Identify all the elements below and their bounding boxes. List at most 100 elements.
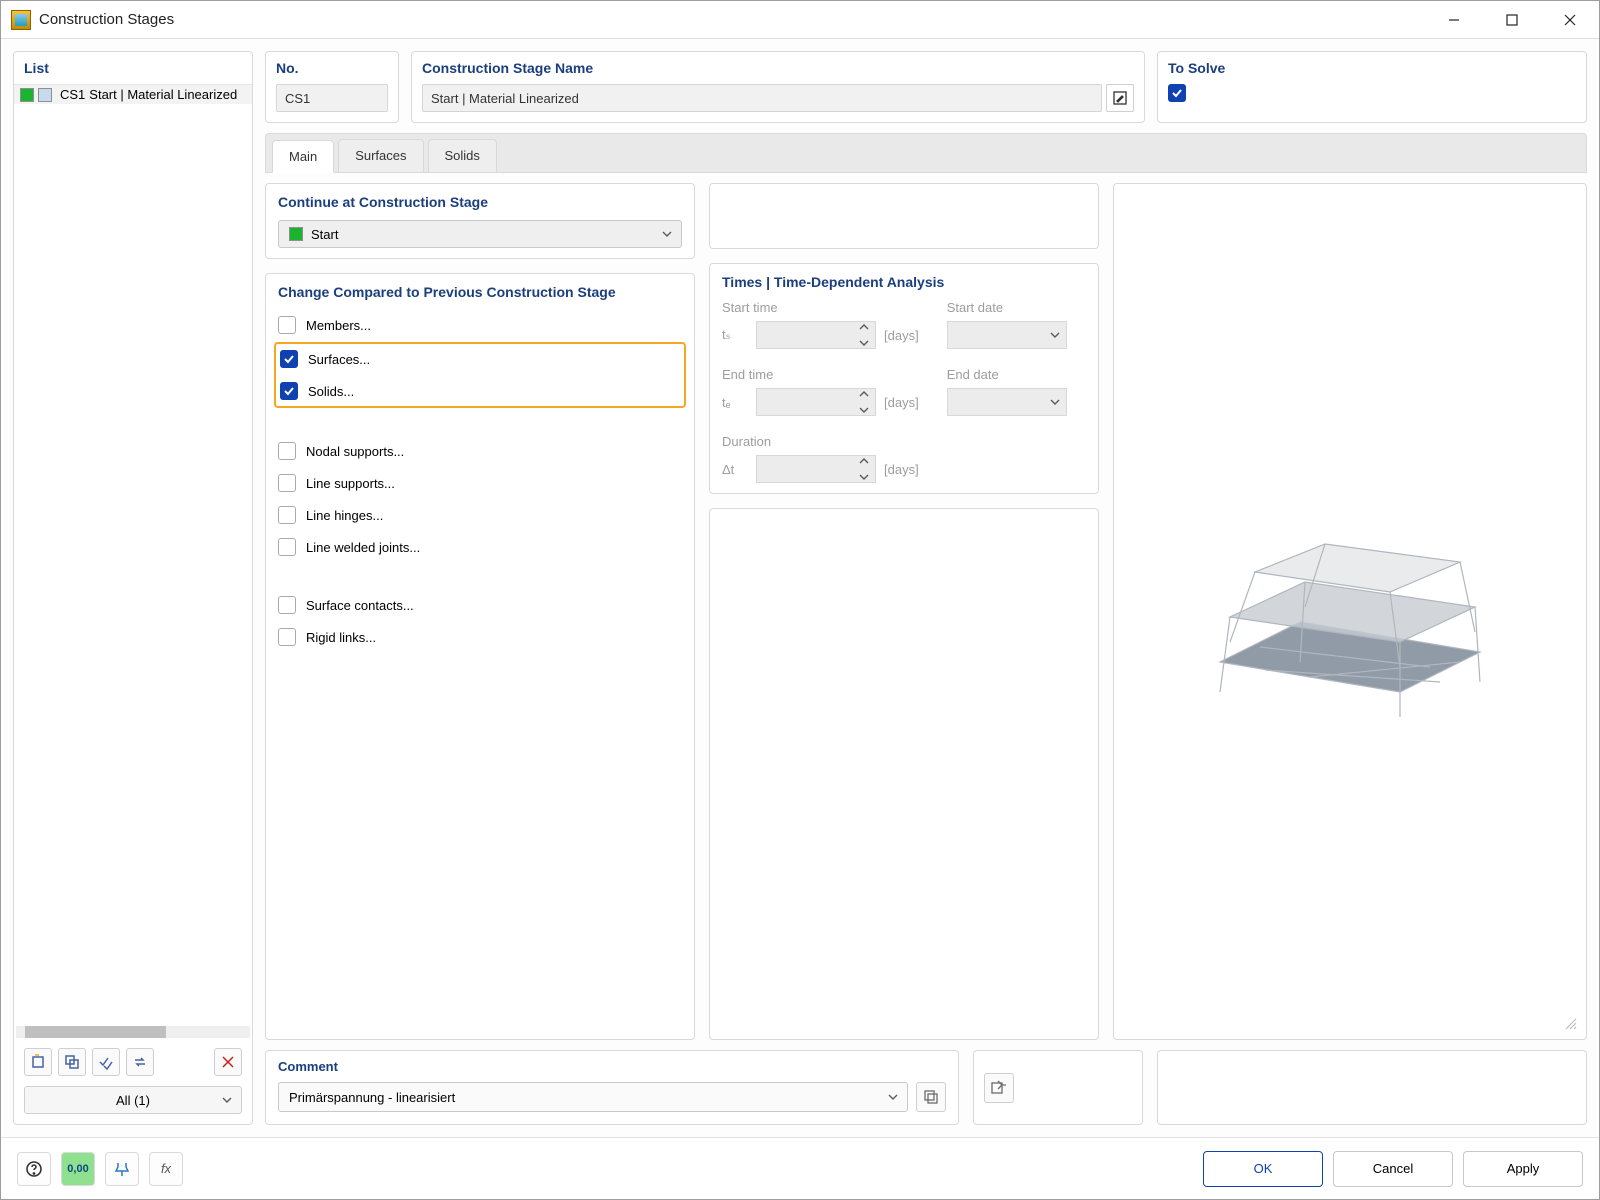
filter-tool-button[interactable] <box>105 1152 139 1186</box>
continue-value: Start <box>311 227 338 242</box>
delete-button[interactable] <box>214 1048 242 1076</box>
check-button[interactable] <box>92 1048 120 1076</box>
minimize-button[interactable] <box>1425 1 1483 39</box>
filter-value: All (1) <box>116 1093 150 1108</box>
times-panel: Times | Time-Dependent Analysis Start ti… <box>709 263 1099 494</box>
checkbox-icon <box>278 506 296 524</box>
color-swatch-icon <box>289 227 303 241</box>
te-symbol: tₑ <box>722 395 748 410</box>
resize-grip-icon <box>1564 1017 1578 1031</box>
checkbox-icon <box>280 350 298 368</box>
titlebar: Construction Stages <box>1 1 1599 39</box>
continue-panel: Continue at Construction Stage Start <box>265 183 695 259</box>
times-header: Times | Time-Dependent Analysis <box>722 274 1086 300</box>
list-item[interactable]: CS1 Start | Material Linearized <box>14 85 252 104</box>
dialog-footer: 0,00 fx OK Cancel Apply <box>1 1137 1599 1199</box>
checkbox-icon <box>278 316 296 334</box>
chevron-down-icon <box>661 228 673 240</box>
comment-label: Comment <box>278 1059 946 1082</box>
end-time-field[interactable] <box>756 388 876 416</box>
list-item-name: Start | Material Linearized <box>89 87 237 102</box>
to-solve-box: To Solve <box>1157 51 1587 123</box>
model-preview-icon <box>1200 492 1500 732</box>
stage-name-box: Construction Stage Name Start | Material… <box>411 51 1145 123</box>
apply-button[interactable]: Apply <box>1463 1151 1583 1187</box>
checkbox-rigid-links[interactable]: Rigid links... <box>278 626 682 648</box>
help-button[interactable] <box>17 1152 51 1186</box>
to-solve-label: To Solve <box>1168 60 1576 84</box>
preview-panel <box>1113 183 1587 1040</box>
checkbox-icon <box>278 474 296 492</box>
blank-panel-2 <box>709 508 1099 1040</box>
days-unit: [days] <box>884 395 919 410</box>
days-unit: [days] <box>884 462 919 477</box>
change-header: Change Compared to Previous Construction… <box>278 284 682 310</box>
end-time-label: End time <box>722 367 919 382</box>
cancel-button[interactable]: Cancel <box>1333 1151 1453 1187</box>
close-button[interactable] <box>1541 1 1599 39</box>
chevron-down-icon <box>887 1091 899 1103</box>
start-time-field[interactable] <box>756 321 876 349</box>
checkbox-icon <box>278 596 296 614</box>
checkbox-surface-contacts[interactable]: Surface contacts... <box>278 594 682 616</box>
checkbox-line-welded-joints[interactable]: Line welded joints... <box>278 536 682 558</box>
checkbox-line-supports[interactable]: Line supports... <box>278 472 682 494</box>
no-field[interactable]: CS1 <box>276 84 388 112</box>
color-swatch-icon <box>38 88 52 102</box>
end-date-field[interactable] <box>947 388 1067 416</box>
checkbox-icon <box>278 628 296 646</box>
duration-label: Duration <box>722 434 919 449</box>
window-title: Construction Stages <box>39 11 1425 28</box>
color-swatch-icon <box>20 88 34 102</box>
change-panel: Change Compared to Previous Construction… <box>265 273 695 1040</box>
start-date-field[interactable] <box>947 321 1067 349</box>
tab-surfaces[interactable]: Surfaces <box>338 139 423 172</box>
comment-box: Comment Primärspannung - linearisiert <box>265 1050 959 1125</box>
no-label: No. <box>276 60 388 84</box>
list-item-code: CS1 <box>60 87 85 102</box>
function-button[interactable]: fx <box>149 1152 183 1186</box>
no-box: No. CS1 <box>265 51 399 123</box>
tab-main[interactable]: Main <box>272 140 334 173</box>
stage-name-label: Construction Stage Name <box>422 60 1134 84</box>
filter-select[interactable]: All (1) <box>24 1086 242 1114</box>
ok-button[interactable]: OK <box>1203 1151 1323 1187</box>
list-panel: List CS1 Start | Material Linearized All… <box>13 51 253 1125</box>
units-button[interactable]: 0,00 <box>61 1152 95 1186</box>
list-header: List <box>14 52 252 84</box>
new-button[interactable] <box>24 1048 52 1076</box>
highlight-surfaces-solids: Surfaces... Solids... <box>274 342 686 408</box>
side-tool-box <box>973 1050 1143 1125</box>
horizontal-scroll[interactable] <box>16 1026 250 1038</box>
to-solve-checkbox[interactable] <box>1168 84 1186 102</box>
comment-field[interactable]: Primärspannung - linearisiert <box>278 1082 908 1112</box>
checkbox-nodal-supports[interactable]: Nodal supports... <box>278 440 682 462</box>
stage-name-field[interactable]: Start | Material Linearized <box>422 84 1102 112</box>
tab-solids[interactable]: Solids <box>428 139 497 172</box>
blank-panel <box>709 183 1099 249</box>
copy-button[interactable] <box>58 1048 86 1076</box>
checkbox-solids[interactable]: Solids... <box>280 380 680 402</box>
checkbox-members[interactable]: Members... <box>278 314 682 336</box>
edit-name-button[interactable] <box>1106 84 1134 112</box>
chevron-down-icon <box>221 1094 233 1106</box>
maximize-button[interactable] <box>1483 1 1541 39</box>
tab-strip: Main Surfaces Solids <box>265 133 1587 173</box>
checkbox-surfaces[interactable]: Surfaces... <box>280 348 680 370</box>
dt-symbol: Δt <box>722 462 748 477</box>
swap-button[interactable] <box>126 1048 154 1076</box>
checkbox-line-hinges[interactable]: Line hinges... <box>278 504 682 526</box>
export-button[interactable] <box>984 1073 1014 1103</box>
app-icon <box>11 10 31 30</box>
ts-symbol: tₛ <box>722 327 748 343</box>
start-time-label: Start time <box>722 300 919 315</box>
duration-field[interactable] <box>756 455 876 483</box>
side-blank-box <box>1157 1050 1587 1125</box>
continue-select[interactable]: Start <box>278 220 682 248</box>
end-date-label: End date <box>947 367 1086 382</box>
comment-library-button[interactable] <box>916 1082 946 1112</box>
checkbox-icon <box>280 382 298 400</box>
days-unit: [days] <box>884 328 919 343</box>
checkbox-icon <box>278 442 296 460</box>
continue-header: Continue at Construction Stage <box>278 194 682 220</box>
